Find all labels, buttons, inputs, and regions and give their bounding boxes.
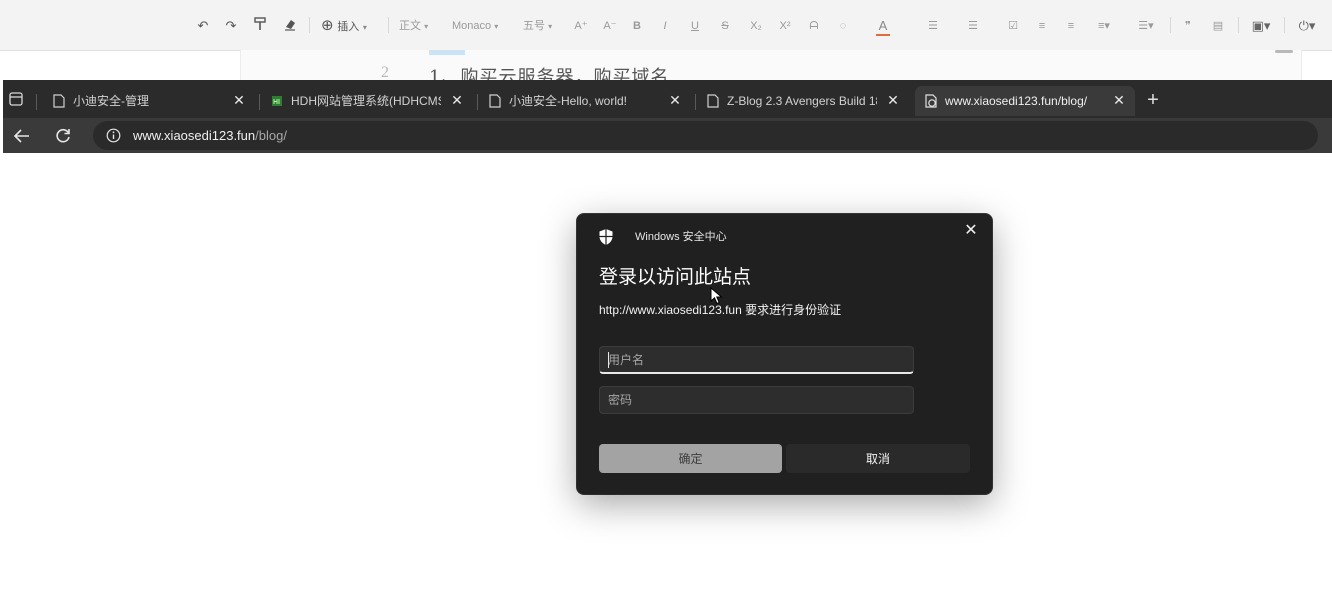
- ok-button[interactable]: 确定: [599, 444, 782, 473]
- tab-close-icon[interactable]: ✕: [1111, 92, 1127, 108]
- text-highlight-icon[interactable]: ᗩ: [806, 17, 822, 35]
- tab-title: 小迪安全-Hello, world!: [509, 94, 628, 108]
- tab-close-icon[interactable]: ✕: [449, 92, 465, 108]
- dialog-heading: 登录以访问此站点: [599, 267, 752, 288]
- numbered-list-icon[interactable]: ☰: [965, 17, 981, 35]
- windows-security-dialog: Windows 安全中心 ✕ 登录以访问此站点 http://www.xiaos…: [577, 214, 992, 494]
- toolbar-divider: [1238, 17, 1239, 33]
- tab-title: 小迪安全-管理: [73, 94, 149, 108]
- font-size-select[interactable]: 五号 ▾: [523, 17, 563, 35]
- dialog-app-name: Windows 安全中心: [635, 231, 727, 243]
- scrollbar-thumb[interactable]: [1275, 50, 1293, 53]
- font-family-label: Monaco: [452, 20, 492, 32]
- code-block-icon[interactable]: ▤: [1210, 17, 1226, 35]
- page-icon: [707, 94, 719, 108]
- address-host: www.xiaosedi123.fun: [133, 128, 256, 143]
- tab-divider: [477, 94, 478, 110]
- site-info-icon[interactable]: [106, 128, 121, 143]
- browser-tab-strip: 小迪安全-管理 ✕ HDH网站管理系统(HDHCMS)后台 ✕ 小迪安全-Hel…: [3, 80, 1332, 118]
- browser-tab[interactable]: 小迪安全-管理 ✕: [43, 86, 255, 116]
- paragraph-style-select[interactable]: 正文 ▾: [399, 17, 439, 35]
- browser-tab-active[interactable]: www.xiaosedi123.fun/blog/ ✕: [915, 86, 1135, 116]
- italic-icon[interactable]: I: [658, 17, 672, 35]
- shield-icon: [598, 228, 614, 246]
- bold-icon[interactable]: B: [630, 17, 644, 35]
- dialog-message: http://www.xiaosedi123.fun 要求进行身份验证: [599, 303, 842, 317]
- browser-tab[interactable]: 小迪安全-Hello, world! ✕: [479, 86, 691, 116]
- plus-circle-icon: ⊕: [321, 17, 334, 34]
- underline-icon[interactable]: U: [688, 17, 702, 35]
- close-icon[interactable]: ✕: [962, 222, 980, 240]
- superscript-icon[interactable]: X²: [777, 17, 793, 35]
- chevron-down-icon: ▾: [424, 22, 429, 31]
- font-color-swatch: [876, 34, 890, 36]
- line-spacing-icon[interactable]: ☰▾: [1133, 17, 1159, 35]
- refresh-icon[interactable]: [53, 126, 73, 146]
- more-tools-icon[interactable]: ⏻▾: [1294, 17, 1320, 35]
- toolbar-divider: [1284, 17, 1285, 33]
- text-caret: [608, 352, 609, 368]
- selection-marker: [429, 50, 465, 55]
- browser-tab[interactable]: Z-Blog 2.3 Avengers Build 180515 ✕: [697, 86, 909, 116]
- align-left-icon[interactable]: ≡: [1034, 17, 1050, 35]
- chevron-down-icon: ▾: [548, 22, 553, 31]
- eraser-icon[interactable]: [282, 17, 298, 35]
- toolbar-divider: [309, 17, 310, 33]
- toolbar-divider: [1170, 17, 1171, 33]
- tab-close-icon[interactable]: ✕: [885, 92, 901, 108]
- align-center-icon[interactable]: ≡: [1063, 17, 1079, 35]
- tab-title: HDH网站管理系统(HDHCMS)后台: [291, 94, 441, 108]
- format-painter-icon[interactable]: [252, 17, 268, 35]
- tab-divider: [259, 94, 260, 110]
- font-size-label: 五号: [523, 20, 545, 32]
- address-path: /blog/: [255, 128, 287, 143]
- toolbar-divider: [388, 17, 389, 33]
- tab-divider: [36, 94, 37, 110]
- back-arrow-icon[interactable]: [12, 126, 32, 146]
- tab-close-icon[interactable]: ✕: [231, 92, 247, 108]
- tab-title: Z-Blog 2.3 Avengers Build 180515: [727, 94, 877, 108]
- new-tab-plus-icon[interactable]: +: [1143, 90, 1163, 110]
- insert-menu[interactable]: ⊕ 插入 ▾: [321, 17, 379, 35]
- subscript-icon[interactable]: X₂: [748, 17, 764, 35]
- paragraph-style-label: 正文: [399, 20, 421, 32]
- browser-tab[interactable]: HDH网站管理系统(HDHCMS)后台 ✕: [261, 86, 473, 116]
- bullet-list-icon[interactable]: ☰: [925, 17, 941, 35]
- font-decrease-icon[interactable]: A⁻: [601, 17, 619, 35]
- font-color-icon[interactable]: A: [875, 17, 891, 36]
- checklist-icon[interactable]: ☑: [1005, 17, 1021, 35]
- insert-menu-label: 插入: [337, 21, 360, 33]
- page-icon: [489, 94, 501, 108]
- mouse-pointer-icon: [710, 286, 724, 305]
- chevron-down-icon: ▾: [362, 23, 367, 32]
- page-icon: [53, 94, 65, 108]
- tab-close-icon[interactable]: ✕: [667, 92, 683, 108]
- font-family-select[interactable]: Monaco ▾: [452, 17, 514, 35]
- address-bar[interactable]: www.xiaosedi123.fun/blog/: [93, 121, 1318, 150]
- redo-icon[interactable]: ↷: [223, 17, 239, 35]
- tab-divider: [695, 94, 696, 110]
- site-favicon-icon: [271, 94, 283, 108]
- tab-actions-icon[interactable]: [9, 92, 25, 108]
- editor-toolbar: ↶ ↷ ⊕ 插入 ▾ 正文 ▾ Monaco ▾ 五号 ▾ A⁺ A⁻ B I …: [0, 0, 1332, 51]
- font-increase-icon[interactable]: A⁺: [572, 17, 590, 35]
- comment-bubble-icon[interactable]: ◌: [835, 17, 851, 35]
- table-insert-icon[interactable]: ▣▾: [1248, 17, 1274, 35]
- editor-document[interactable]: 2 1、购买云服务器，购买域名: [240, 50, 1302, 88]
- username-input[interactable]: [599, 346, 914, 374]
- address-url[interactable]: www.xiaosedi123.fun/blog/: [133, 128, 287, 144]
- chevron-down-icon: ▾: [494, 22, 499, 31]
- cancel-button[interactable]: 取消: [786, 444, 970, 473]
- undo-icon[interactable]: ↶: [195, 17, 211, 35]
- align-menu-icon[interactable]: ≡▾: [1092, 17, 1116, 35]
- tab-title: www.xiaosedi123.fun/blog/: [945, 94, 1088, 108]
- quote-icon[interactable]: ❞: [1180, 17, 1196, 35]
- loading-page-icon: [925, 94, 937, 108]
- strikethrough-icon[interactable]: S: [718, 17, 732, 35]
- password-input[interactable]: [599, 386, 914, 414]
- browser-navbar: www.xiaosedi123.fun/blog/: [3, 118, 1332, 153]
